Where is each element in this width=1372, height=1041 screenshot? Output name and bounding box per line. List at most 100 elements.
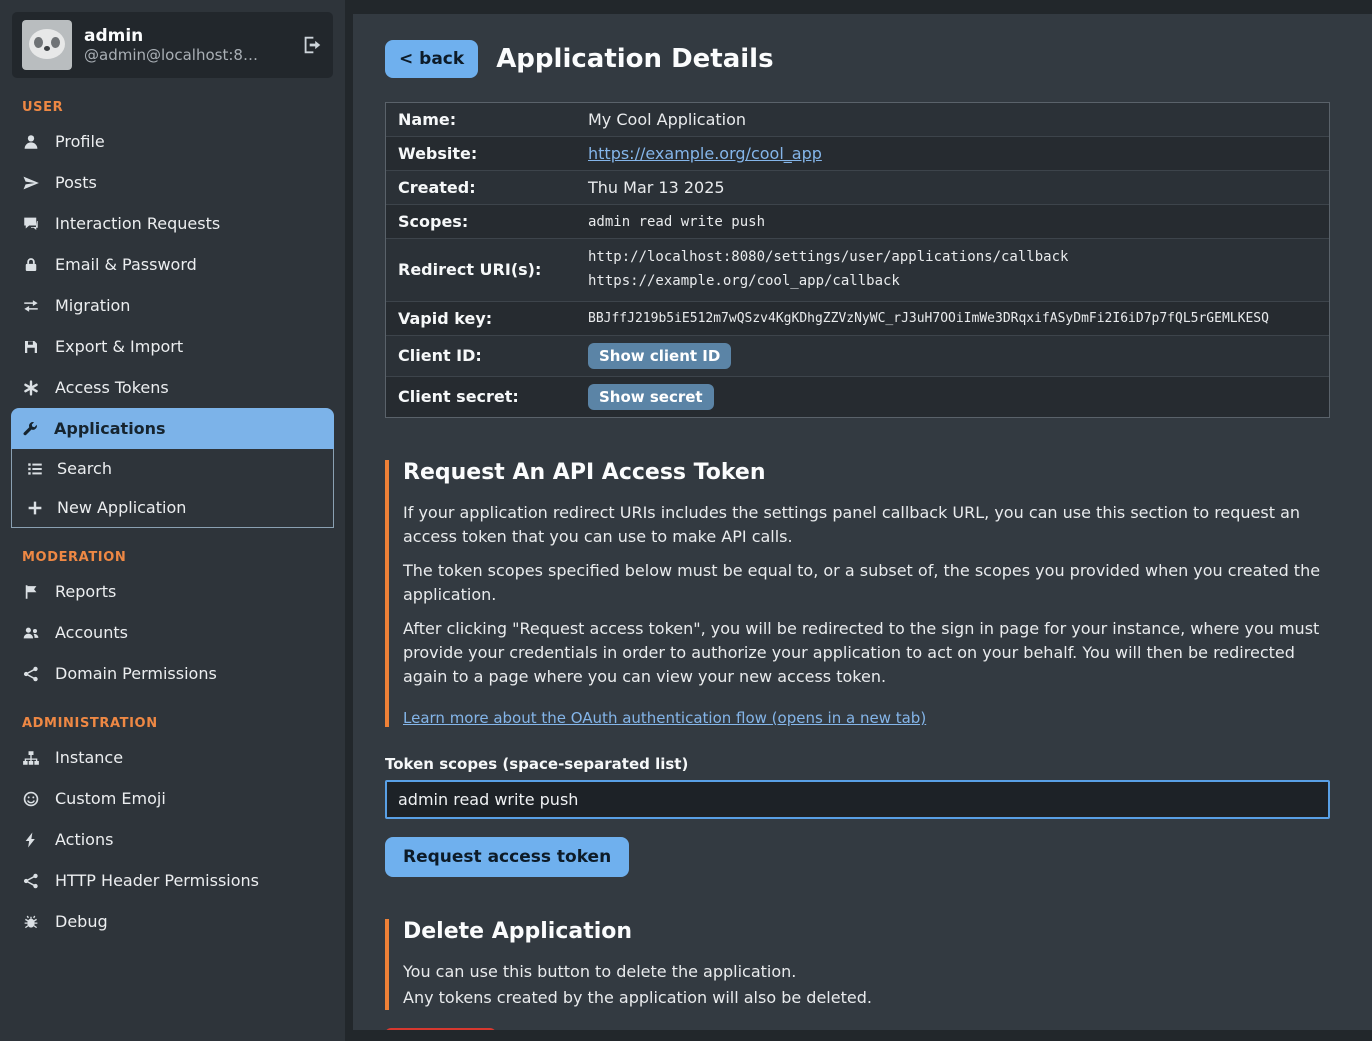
bolt-icon	[22, 831, 40, 849]
sidebar-item-label: Migration	[55, 296, 130, 315]
sidebar-item-email-password[interactable]: Email & Password	[0, 244, 345, 285]
sidebar-item-label: Profile	[55, 132, 105, 151]
redirect-uri: http://localhost:8080/settings/user/appl…	[588, 246, 1317, 270]
plus-icon	[26, 499, 44, 517]
detail-row-client-secret: Client secret: Show secret	[386, 377, 1329, 417]
detail-row-name: Name: My Cool Application	[386, 103, 1329, 137]
share-nodes-icon	[22, 872, 40, 890]
exchange-arrows-icon	[22, 297, 40, 315]
sidebar-item-label: Access Tokens	[55, 378, 169, 397]
sidebar-item-interaction-requests[interactable]: Interaction Requests	[0, 203, 345, 244]
sidebar-item-label: Reports	[55, 582, 116, 601]
token-scopes-input[interactable]	[385, 780, 1330, 819]
sidebar-item-instance[interactable]: Instance	[0, 737, 345, 778]
sidebar-item-export-import[interactable]: Export & Import	[0, 326, 345, 367]
show-secret-button[interactable]: Show secret	[588, 384, 714, 410]
sidebar-item-actions[interactable]: Actions	[0, 819, 345, 860]
sidebar-item-applications[interactable]: Applications	[11, 408, 334, 449]
detail-label: Website:	[398, 144, 588, 163]
delete-application-section: Delete Application You can use this butt…	[385, 919, 1330, 1030]
page-title: Application Details	[496, 44, 773, 74]
sidebar-item-label: Debug	[55, 912, 108, 931]
detail-value: My Cool Application	[588, 110, 1317, 129]
website-link[interactable]: https://example.org/cool_app	[588, 144, 822, 163]
detail-row-client-id: Client ID: Show client ID	[386, 336, 1329, 377]
sidebar-item-label: Accounts	[55, 623, 128, 642]
delete-button[interactable]: Delete	[385, 1028, 496, 1030]
detail-label: Redirect URI(s):	[398, 260, 588, 279]
request-token-paragraph: If your application redirect URIs includ…	[403, 501, 1330, 549]
detail-value: admin read write push	[588, 214, 1317, 230]
detail-row-created: Created: Thu Mar 13 2025	[386, 171, 1329, 205]
user-avatar	[22, 20, 72, 70]
sidebar-item-debug[interactable]: Debug	[0, 901, 345, 942]
request-token-title: Request An API Access Token	[403, 460, 1330, 485]
sidebar-item-label: New Application	[57, 498, 186, 517]
delete-application-title: Delete Application	[403, 919, 1330, 944]
user-name: admin	[84, 26, 262, 46]
show-client-id-button[interactable]: Show client ID	[588, 343, 731, 369]
delete-paragraph: Any tokens created by the application wi…	[403, 986, 1330, 1010]
sidebar-item-label: Export & Import	[55, 337, 183, 356]
sidebar-item-http-header-permissions[interactable]: HTTP Header Permissions	[0, 860, 345, 901]
detail-value: Thu Mar 13 2025	[588, 178, 1317, 197]
detail-row-scopes: Scopes: admin read write push	[386, 205, 1329, 239]
detail-row-website: Website: https://example.org/cool_app	[386, 137, 1329, 171]
sidebar-item-accounts[interactable]: Accounts	[0, 612, 345, 653]
bug-icon	[22, 913, 40, 931]
sidebar-item-label: Actions	[55, 830, 113, 849]
share-nodes-icon	[22, 665, 40, 683]
sidebar: admin @admin@localhost:80… USER Profile …	[0, 0, 345, 1041]
users-icon	[22, 624, 40, 642]
request-access-token-button[interactable]: Request access token	[385, 837, 629, 877]
sidebar-item-label: HTTP Header Permissions	[55, 871, 259, 890]
flag-icon	[22, 583, 40, 601]
list-icon	[26, 460, 44, 478]
sidebar-item-profile[interactable]: Profile	[0, 121, 345, 162]
detail-label: Vapid key:	[398, 309, 588, 328]
applications-submenu: Search New Application	[11, 449, 334, 528]
sidebar-item-label: Domain Permissions	[55, 664, 217, 683]
sidebar-item-applications-search[interactable]: Search	[12, 449, 333, 488]
sidebar-item-label: Posts	[55, 173, 97, 192]
sidebar-section-user: USER	[22, 100, 345, 115]
sidebar-item-label: Email & Password	[55, 255, 197, 274]
detail-label: Client ID:	[398, 346, 588, 365]
detail-value: BBJffJ219b5iE512m7wQSzv4KgKDhgZZVzNyWC_r…	[588, 311, 1317, 326]
sidebar-item-label: Applications	[54, 419, 166, 438]
floppy-disk-icon	[22, 338, 40, 356]
detail-label: Client secret:	[398, 387, 588, 406]
applications-group: Applications Search New Application	[11, 408, 334, 528]
user-handle: @admin@localhost:80…	[84, 46, 262, 64]
user-card: admin @admin@localhost:80…	[12, 12, 333, 78]
sidebar-item-label: Instance	[55, 748, 123, 767]
sidebar-item-custom-emoji[interactable]: Custom Emoji	[0, 778, 345, 819]
sidebar-item-reports[interactable]: Reports	[0, 571, 345, 612]
detail-label: Created:	[398, 178, 588, 197]
sidebar-item-posts[interactable]: Posts	[0, 162, 345, 203]
sidebar-section-moderation: MODERATION	[22, 550, 345, 565]
detail-row-redirect-uris: Redirect URI(s): http://localhost:8080/s…	[386, 239, 1329, 302]
request-token-paragraph: After clicking "Request access token", y…	[403, 617, 1330, 689]
oauth-docs-link[interactable]: Learn more about the OAuth authenticatio…	[403, 709, 926, 727]
sidebar-item-migration[interactable]: Migration	[0, 285, 345, 326]
sign-out-icon[interactable]	[301, 34, 323, 56]
lock-icon	[22, 256, 40, 274]
detail-label: Name:	[398, 110, 588, 129]
delete-paragraph: You can use this button to delete the ap…	[403, 960, 1330, 984]
paper-plane-icon	[22, 174, 40, 192]
comments-icon	[22, 215, 40, 233]
detail-label: Scopes:	[398, 212, 588, 231]
sidebar-item-label: Custom Emoji	[55, 789, 166, 808]
asterisk-icon	[22, 379, 40, 397]
sidebar-item-access-tokens[interactable]: Access Tokens	[0, 367, 345, 408]
application-details-table: Name: My Cool Application Website: https…	[385, 102, 1330, 418]
main-panel: < back Application Details Name: My Cool…	[353, 14, 1372, 1030]
request-token-section: Request An API Access Token If your appl…	[385, 460, 1330, 877]
back-button[interactable]: < back	[385, 40, 478, 78]
detail-row-vapid-key: Vapid key: BBJffJ219b5iE512m7wQSzv4KgKDh…	[386, 302, 1329, 336]
sidebar-item-label: Search	[57, 459, 112, 478]
sidebar-item-new-application[interactable]: New Application	[12, 488, 333, 527]
sidebar-item-domain-permissions[interactable]: Domain Permissions	[0, 653, 345, 694]
sidebar-section-administration: ADMINISTRATION	[22, 716, 345, 731]
